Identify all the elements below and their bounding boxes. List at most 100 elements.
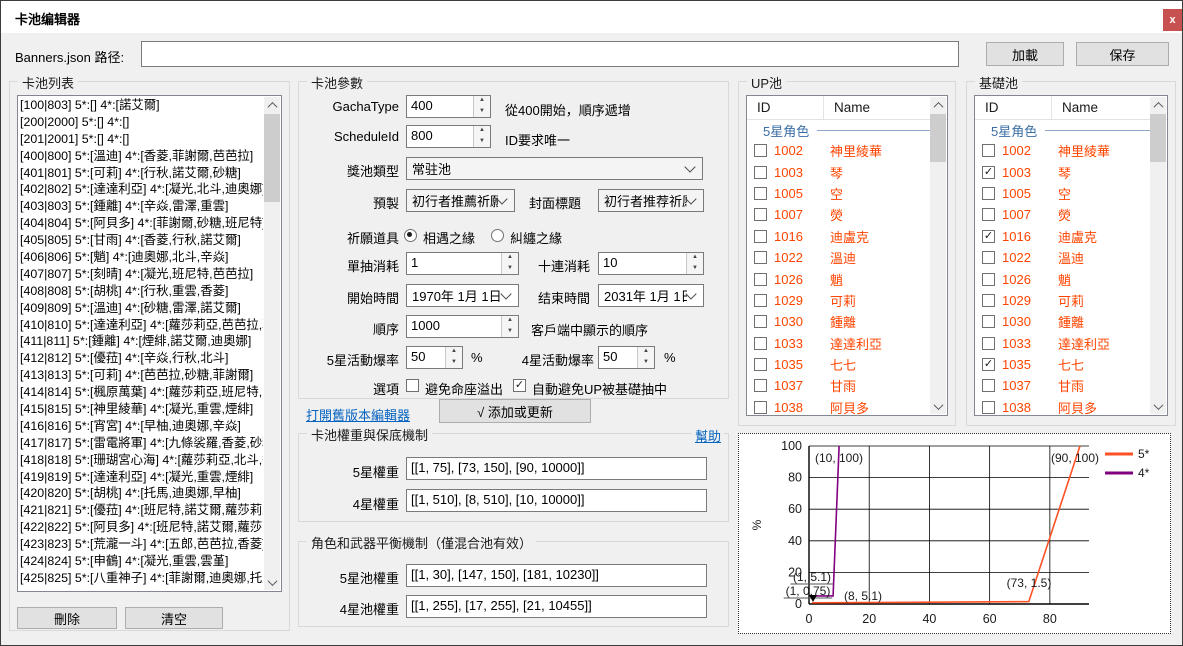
- list-item[interactable]: [409|809] 5*:[溫迪] 4*:[砂糖,雷澤,諾艾爾]: [20, 300, 263, 317]
- pool-row[interactable]: 1007熒: [747, 204, 947, 225]
- pool-row[interactable]: 1022溫迪: [975, 247, 1167, 268]
- pool-row[interactable]: 1037甘雨: [975, 375, 1167, 396]
- pool-row[interactable]: 1038阿貝多: [747, 397, 947, 416]
- scroll-thumb[interactable]: [1150, 114, 1166, 162]
- list-item[interactable]: [407|807] 5*:[刻晴] 4*:[凝光,班尼特,芭芭拉]: [20, 266, 263, 283]
- list-item[interactable]: [100|803] 5*:[] 4*:[諾艾爾]: [20, 97, 263, 114]
- row-checkbox[interactable]: [754, 166, 767, 179]
- list-item[interactable]: [404|804] 5*:[阿貝多] 4*:[菲謝爾,砂糖,班尼特]: [20, 215, 263, 232]
- clear-button[interactable]: 清空: [125, 607, 223, 629]
- scroll-down-icon[interactable]: [1150, 398, 1166, 414]
- single-cost-input[interactable]: 1 ▲▼: [406, 252, 519, 275]
- row-checkbox[interactable]: [754, 273, 767, 286]
- list-item[interactable]: [405|805] 5*:[甘雨] 4*:[香菱,行秋,諾艾爾]: [20, 232, 263, 249]
- pool-listbox[interactable]: [100|803] 5*:[] 4*:[諾艾爾][200|2000] 5*:[]…: [17, 95, 282, 592]
- star4-pool-weight-input[interactable]: [[1, 255], [17, 255], [21, 10455]]: [406, 595, 707, 618]
- row-checkbox[interactable]: [982, 208, 995, 221]
- row-checkbox[interactable]: [754, 144, 767, 157]
- start-time-picker[interactable]: 1970年 1月 1日: [406, 284, 519, 307]
- list-item[interactable]: [419|819] 5*:[達達利亞] 4*:[凝光,重雲,煙緋]: [20, 469, 263, 486]
- list-item[interactable]: [425|825] 5*:[八重神子] 4*:[菲謝爾,迪奧娜,托馬]: [20, 570, 263, 587]
- list-item[interactable]: [412|812] 5*:[優菈] 4*:[辛焱,行秋,北斗]: [20, 350, 263, 367]
- row-checkbox[interactable]: [754, 187, 767, 200]
- pool-row[interactable]: 1026魈: [747, 268, 947, 289]
- pool-row[interactable]: ✓1016迪盧克: [975, 226, 1167, 247]
- scheduleid-input[interactable]: 800 ▲▼: [406, 125, 491, 148]
- auto-avoid-up-checkbox[interactable]: ✓: [513, 379, 526, 392]
- pool-row[interactable]: 1030鍾離: [747, 311, 947, 332]
- pool-row[interactable]: 1026魈: [975, 268, 1167, 289]
- spinner-arrows-icon[interactable]: ▲▼: [637, 347, 654, 368]
- order-input[interactable]: 1000 ▲▼: [406, 315, 519, 338]
- rate4-input[interactable]: 50 ▲▼: [598, 346, 655, 369]
- pool-row[interactable]: 1035七七: [747, 354, 947, 375]
- list-item[interactable]: [424|824] 5*:[申鶴] 4*:[凝光,重雲,雲堇]: [20, 553, 263, 570]
- pool-row[interactable]: 1005空: [747, 183, 947, 204]
- pool-row[interactable]: ✓1035七七: [975, 354, 1167, 375]
- pool-type-select[interactable]: 常驻池: [406, 157, 703, 180]
- save-button[interactable]: 保存: [1076, 42, 1169, 66]
- row-checkbox[interactable]: ✓: [982, 358, 995, 371]
- row-checkbox[interactable]: ✓: [982, 230, 995, 243]
- pool-row[interactable]: 1022溫迪: [747, 247, 947, 268]
- row-checkbox[interactable]: [982, 273, 995, 286]
- row-checkbox[interactable]: ✓: [982, 166, 995, 179]
- star5-pool-weight-input[interactable]: [[1, 30], [147, 150], [181, 10230]]: [406, 564, 707, 587]
- pool-row[interactable]: 1005空: [975, 183, 1167, 204]
- star5-weight-input[interactable]: [[1, 75], [73, 150], [90, 10000]]: [406, 457, 707, 480]
- row-checkbox[interactable]: [754, 358, 767, 371]
- avoid-constellation-checkbox[interactable]: [406, 379, 419, 392]
- spinner-arrows-icon[interactable]: ▲▼: [473, 96, 490, 117]
- scroll-down-icon[interactable]: [264, 574, 280, 590]
- pool-row[interactable]: 1003琴: [747, 161, 947, 182]
- list-item[interactable]: [420|820] 5*:[胡桃] 4*:[托馬,迪奧娜,早柚]: [20, 485, 263, 502]
- row-checkbox[interactable]: [982, 187, 995, 200]
- path-input[interactable]: [141, 41, 959, 67]
- row-checkbox[interactable]: [982, 401, 995, 414]
- row-checkbox[interactable]: [982, 315, 995, 328]
- scroll-thumb[interactable]: [930, 114, 946, 162]
- list-item[interactable]: [400|800] 5*:[溫迪] 4*:[香菱,菲謝爾,芭芭拉]: [20, 148, 263, 165]
- pool-row[interactable]: 1029可莉: [747, 290, 947, 311]
- list-item[interactable]: [201|2001] 5*:[] 4*:[]: [20, 131, 263, 148]
- row-checkbox[interactable]: [754, 208, 767, 221]
- add-update-button[interactable]: √ 添加或更新: [439, 399, 591, 423]
- pool-row[interactable]: 1029可莉: [975, 290, 1167, 311]
- list-item[interactable]: [410|810] 5*:[達達利亞] 4*:[蘿莎莉亞,芭芭拉,菲謝爾]: [20, 317, 263, 334]
- list-item[interactable]: [421|821] 5*:[優菈] 4*:[班尼特,諾艾爾,蘿莎莉亞]: [20, 502, 263, 519]
- spinner-arrows-icon[interactable]: ▲▼: [501, 253, 518, 274]
- pool-row[interactable]: 1033達達利亞: [975, 333, 1167, 354]
- list-item[interactable]: [417|817] 5*:[雷電將軍] 4*:[九條裟羅,香菱,砂糖]: [20, 435, 263, 452]
- row-checkbox[interactable]: [982, 144, 995, 157]
- row-checkbox[interactable]: [982, 379, 995, 392]
- delete-button[interactable]: 刪除: [17, 607, 117, 629]
- base-pool-scrollbar[interactable]: [1150, 97, 1166, 414]
- list-item[interactable]: [402|802] 5*:[達達利亞] 4*:[凝光,北斗,迪奧娜]: [20, 181, 263, 198]
- scroll-up-icon[interactable]: [264, 97, 280, 113]
- cover-title-select[interactable]: 初行者推荐祈愿: [598, 189, 704, 212]
- open-old-editor-link[interactable]: 打開舊版本編輯器: [306, 405, 410, 424]
- star4-weight-input[interactable]: [[1, 510], [8, 510], [10, 10000]]: [406, 489, 707, 512]
- list-item[interactable]: [414|814] 5*:[楓原萬葉] 4*:[蘿莎莉亞,班尼特,雷澤]: [20, 384, 263, 401]
- scroll-thumb[interactable]: [264, 114, 280, 202]
- pool-row[interactable]: 1007熒: [975, 204, 1167, 225]
- help-link[interactable]: 幫助: [692, 426, 724, 445]
- rate5-input[interactable]: 50 ▲▼: [406, 346, 463, 369]
- row-checkbox[interactable]: [754, 294, 767, 307]
- row-checkbox[interactable]: [754, 379, 767, 392]
- scroll-up-icon[interactable]: [1150, 97, 1166, 113]
- pool-row[interactable]: 1002神里綾華: [975, 140, 1167, 161]
- list-item[interactable]: [411|811] 5*:[鍾離] 4*:[煙緋,諾艾爾,迪奧娜]: [20, 333, 263, 350]
- spinner-arrows-icon[interactable]: ▲▼: [686, 253, 703, 274]
- pool-row[interactable]: 1037甘雨: [747, 375, 947, 396]
- row-checkbox[interactable]: [982, 251, 995, 264]
- pool-row[interactable]: ✓1003琴: [975, 161, 1167, 182]
- ten-cost-input[interactable]: 10 ▲▼: [598, 252, 704, 275]
- row-checkbox[interactable]: [754, 230, 767, 243]
- pool-row[interactable]: 1030鍾離: [975, 311, 1167, 332]
- row-checkbox[interactable]: [982, 294, 995, 307]
- list-item[interactable]: [200|2000] 5*:[] 4*:[]: [20, 114, 263, 131]
- up-pool-scrollbar[interactable]: [930, 97, 946, 414]
- list-item[interactable]: [401|801] 5*:[可莉] 4*:[行秋,諾艾爾,砂糖]: [20, 165, 263, 182]
- list-item[interactable]: [422|822] 5*:[阿貝多] 4*:[班尼特,諾艾爾,蘿莎莉亞]: [20, 519, 263, 536]
